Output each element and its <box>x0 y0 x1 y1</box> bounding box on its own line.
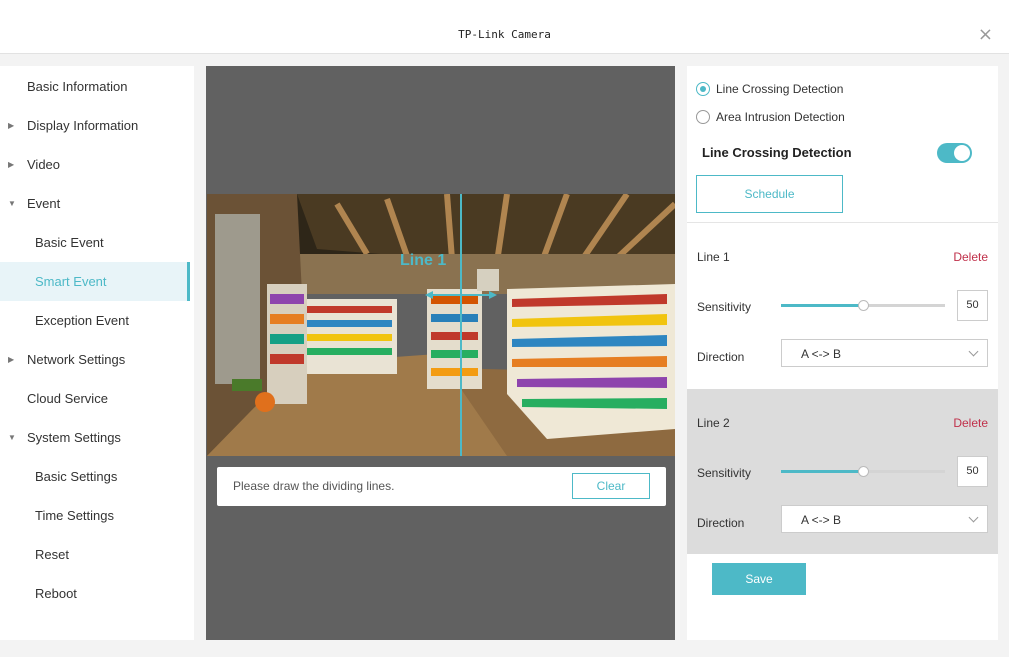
sidebar-item-network-settings[interactable]: ▶ Network Settings <box>0 340 190 379</box>
sidebar-item-label: System Settings <box>27 430 121 445</box>
sensitivity-slider-fill <box>781 304 863 307</box>
caret-down-icon: ▼ <box>8 433 16 442</box>
sidebar-item-time-settings[interactable]: Time Settings <box>0 496 190 535</box>
sensitivity-value-input[interactable]: 50 <box>957 456 988 487</box>
sensitivity-slider-handle[interactable] <box>858 300 869 311</box>
sidebar-item-label: Time Settings <box>35 508 114 523</box>
title-bar: TP-Link Camera × <box>0 0 1009 54</box>
line-name: Line 2 <box>697 416 730 430</box>
chevron-down-icon <box>968 512 979 523</box>
caret-right-icon: ▶ <box>8 355 15 364</box>
direction-select-value: A <-> B <box>801 513 842 527</box>
sidebar-item-basic-information[interactable]: Basic Information <box>0 67 190 106</box>
sidebar-item-system-settings[interactable]: ▼ System Settings <box>0 418 190 457</box>
sidebar-item-label: Smart Event <box>35 274 107 289</box>
sidebar-item-label: Basic Event <box>35 235 104 250</box>
sidebar-item-smart-event[interactable]: Smart Event <box>0 262 190 301</box>
drawing-hint-bar: Please draw the dividing lines. Clear <box>217 467 666 506</box>
chevron-down-icon <box>968 346 979 357</box>
save-button[interactable]: Save <box>712 563 806 595</box>
direction-label: Direction <box>697 516 745 530</box>
sidebar-item-label: Exception Event <box>35 313 129 328</box>
sensitivity-slider-handle[interactable] <box>858 466 869 477</box>
line-settings-line-1: Line 1 Delete Sensitivity 50 Direction A… <box>687 223 998 388</box>
direction-label: Direction <box>697 350 745 364</box>
mode-option-line-crossing[interactable]: Line Crossing Detection <box>696 81 843 97</box>
sensitivity-slider[interactable] <box>781 466 945 477</box>
direction-select[interactable]: A <-> B <box>781 339 988 367</box>
clear-button[interactable]: Clear <box>572 473 650 499</box>
line-name: Line 1 <box>697 250 730 264</box>
sidebar-item-label: Network Settings <box>27 352 126 367</box>
sidebar-item-display-information[interactable]: ▶ Display Information <box>0 106 190 145</box>
line-settings-line-2: Line 2 Delete Sensitivity 50 Direction A… <box>687 389 998 554</box>
settings-panel: Line Crossing Detection Area Intrusion D… <box>687 66 998 640</box>
sensitivity-label: Sensitivity <box>697 300 752 314</box>
direction-select-value: A <-> B <box>801 347 842 361</box>
sidebar-item-video[interactable]: ▶ Video <box>0 145 190 184</box>
drawing-hint-text: Please draw the dividing lines. <box>233 479 395 493</box>
mode-option-label: Area Intrusion Detection <box>716 110 845 124</box>
mode-option-area-intrusion[interactable]: Area Intrusion Detection <box>696 109 845 125</box>
sidebar-item-basic-settings[interactable]: Basic Settings <box>0 457 190 496</box>
window-title: TP-Link Camera <box>458 28 551 41</box>
sidebar-item-basic-event[interactable]: Basic Event <box>0 223 190 262</box>
caret-right-icon: ▶ <box>8 121 15 130</box>
sensitivity-label: Sensitivity <box>697 466 752 480</box>
sidebar-item-label: Basic Settings <box>35 469 118 484</box>
camera-preview-image[interactable]: Line 1 <box>207 194 675 456</box>
sidebar-item-cloud-service[interactable]: Cloud Service <box>0 379 190 418</box>
sidebar-item-label: Basic Information <box>27 79 128 94</box>
radio-unselected-icon[interactable] <box>696 110 710 124</box>
close-icon[interactable]: × <box>978 26 993 44</box>
schedule-button[interactable]: Schedule <box>696 175 843 213</box>
sidebar-item-reboot[interactable]: Reboot <box>0 574 190 613</box>
line-label-overlay: Line 1 <box>400 252 447 269</box>
detection-toggle[interactable] <box>937 143 972 163</box>
sidebar-item-label: Video <box>27 157 61 172</box>
sensitivity-slider[interactable] <box>781 300 945 311</box>
delete-line-link[interactable]: Delete <box>953 250 988 264</box>
sidebar-item-label: Display Information <box>27 118 139 133</box>
mode-option-label: Line Crossing Detection <box>716 82 844 96</box>
delete-line-link[interactable]: Delete <box>953 416 988 430</box>
sensitivity-value-input[interactable]: 50 <box>957 290 988 321</box>
store-scene-image <box>207 194 675 456</box>
sensitivity-slider-fill <box>781 470 863 473</box>
sidebar-item-event[interactable]: ▼ Event <box>0 184 190 223</box>
sidebar-item-label: Event <box>27 196 61 211</box>
direction-select[interactable]: A <-> B <box>781 505 988 533</box>
sidebar-item-reset[interactable]: Reset <box>0 535 190 574</box>
caret-down-icon: ▼ <box>8 199 16 208</box>
sidebar: Basic Information ▶ Display Information ▶… <box>0 66 194 640</box>
sidebar-item-label: Reset <box>35 547 69 562</box>
detection-title: Line Crossing Detection <box>702 145 852 160</box>
caret-right-icon: ▶ <box>8 160 15 169</box>
sidebar-item-label: Reboot <box>35 586 77 601</box>
radio-selected-icon[interactable] <box>696 82 710 96</box>
sidebar-item-exception-event[interactable]: Exception Event <box>0 301 190 340</box>
sidebar-item-label: Cloud Service <box>27 391 108 406</box>
